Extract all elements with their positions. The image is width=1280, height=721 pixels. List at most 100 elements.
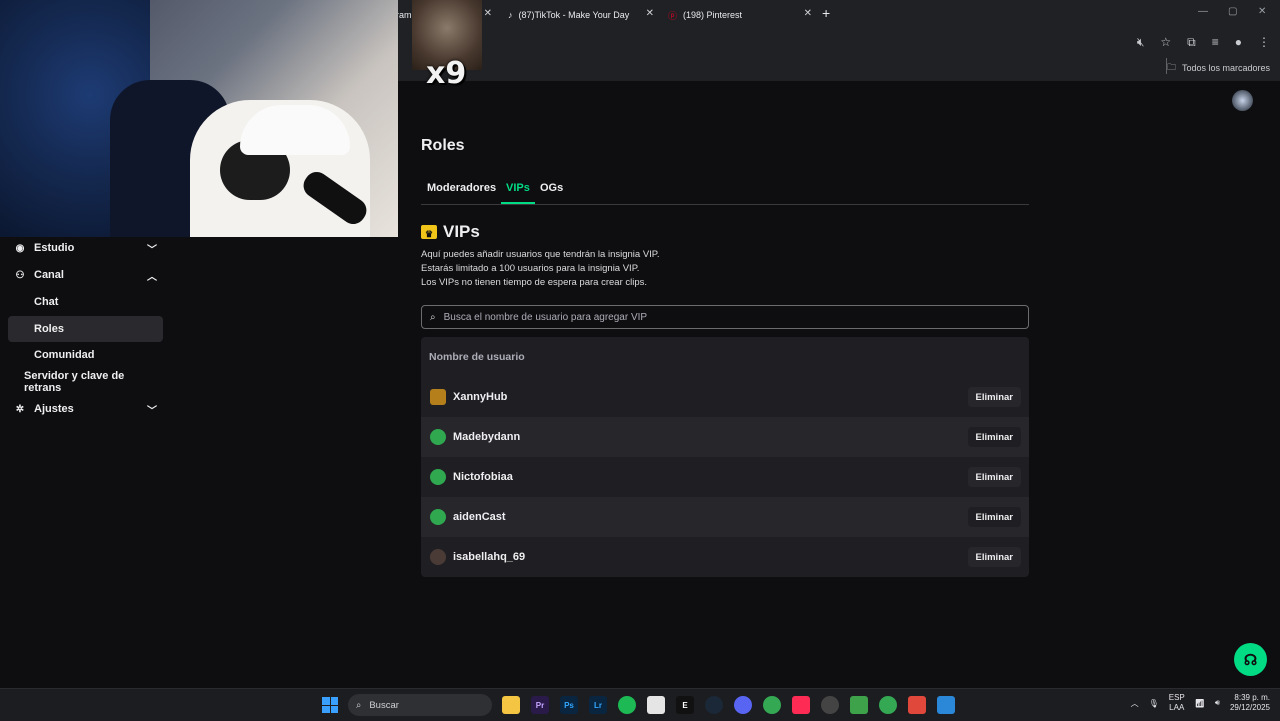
help-chat-button[interactable]: ☊ — [1234, 643, 1267, 676]
profile-avatar-icon[interactable]: ● — [1235, 35, 1242, 50]
sidebar-item-estudio[interactable]: ◉ Estudio ﹀ — [8, 235, 163, 261]
close-icon[interactable]: ✕ — [484, 8, 492, 19]
sidebar-item-label: Estudio — [34, 242, 75, 254]
username[interactable]: isabellahq_69 — [453, 551, 525, 563]
section-title: VIPs — [443, 222, 480, 241]
date: 29/12/2025 — [1229, 703, 1270, 712]
active-tab-indicator — [501, 202, 535, 204]
sidebar-item-chat[interactable]: Chat — [8, 289, 163, 315]
mute-icon[interactable]: 🔇︎ — [1137, 35, 1145, 50]
sidebar-item-comunidad[interactable]: Comunidad — [8, 342, 163, 368]
tab-vips[interactable]: VIPs — [506, 182, 530, 194]
all-bookmarks[interactable]: 🗀︎ Todos los marcadores — [1167, 60, 1270, 76]
clock[interactable]: 8:39 p. m. 29/12/2025 — [1230, 693, 1270, 713]
new-tab-button[interactable]: + — [822, 5, 830, 21]
remove-vip-button[interactable]: Eliminar — [967, 547, 1021, 567]
windows-start-icon[interactable] — [322, 697, 338, 713]
tab-title: (87)TikTok - Make Your Day — [518, 10, 630, 20]
username[interactable]: Madebydann — [453, 431, 520, 443]
sidebar-item-stream-key[interactable]: Servidor y clave de retrans — [8, 369, 163, 395]
chevron-down-icon: ﹀ — [147, 406, 157, 417]
vip-table: Nombre de usuario XannyHub Eliminar Made… — [421, 337, 1029, 577]
sidebar-item-label: Servidor y clave de retrans — [24, 370, 125, 394]
window-close-icon[interactable]: ✕ — [1258, 6, 1266, 17]
table-row: aidenCast Eliminar — [421, 497, 1029, 537]
obs-icon[interactable] — [821, 696, 839, 714]
tab-ogs[interactable]: OGs — [540, 182, 563, 194]
app-icon[interactable] — [937, 696, 955, 714]
taskbar-search[interactable]: ⌕ Buscar — [348, 694, 492, 716]
spotify-icon[interactable] — [618, 696, 636, 714]
username[interactable]: Nictofobiaa — [453, 471, 513, 483]
sidebar-item-label: Ajustes — [34, 403, 74, 415]
app-icon[interactable] — [647, 696, 665, 714]
microphone-icon[interactable]: 🎙︎ — [1149, 699, 1159, 708]
restore-icon[interactable]: ▢ — [1228, 6, 1237, 17]
extensions-icon[interactable]: ⧉ — [1187, 35, 1196, 50]
tab-title: ram — [396, 10, 412, 20]
description-line: Aquí puedes añadir usuarios que tendrán … — [421, 249, 660, 260]
roles-tabs: Moderadores VIPs OGs — [421, 180, 1029, 205]
sidebar-item-label: Chat — [34, 296, 59, 308]
sidebar-item-label: Roles — [34, 323, 64, 335]
menu-icon[interactable]: ⋮ — [1258, 35, 1270, 50]
username[interactable]: aidenCast — [453, 511, 506, 523]
file-explorer-icon[interactable] — [502, 696, 520, 714]
remove-vip-button[interactable]: Eliminar — [967, 507, 1021, 527]
discord-icon[interactable] — [734, 696, 752, 714]
search-icon: ⌕ — [356, 699, 362, 711]
username[interactable]: XannyHub — [453, 391, 507, 403]
description-line: Los VIPs no tienen tiempo de espera para… — [421, 277, 648, 288]
channel-icon: ⚇ — [15, 269, 25, 281]
description-line: Estarás limitado a 100 usuarios para la … — [421, 263, 640, 274]
browser-tab-tiktok[interactable]: ♪ (87)TikTok - Make Your Day ✕ — [500, 4, 658, 26]
chrome-icon[interactable] — [763, 696, 781, 714]
tiktok-icon: ♪ — [508, 10, 513, 20]
sidebar-item-roles[interactable]: Roles — [8, 316, 163, 342]
epic-games-icon[interactable]: E — [676, 696, 694, 714]
bookmark-star-icon[interactable]: ☆ — [1160, 35, 1171, 50]
remove-vip-button[interactable]: Eliminar — [967, 387, 1021, 407]
steam-icon[interactable] — [705, 696, 723, 714]
sidebar-item-label: Canal — [34, 269, 64, 281]
photoshop-icon[interactable]: Ps — [560, 696, 578, 714]
minecraft-icon[interactable] — [850, 696, 868, 714]
avatar — [430, 389, 446, 405]
volume-icon[interactable]: 🔊︎ — [1215, 698, 1220, 708]
vip-search-box[interactable]: ⌕ — [421, 305, 1029, 329]
vip-search-input[interactable] — [441, 310, 1006, 324]
pinterest-icon: ⓟ — [668, 10, 678, 21]
table-row: isabellahq_69 Eliminar — [421, 537, 1029, 577]
avatar — [430, 469, 446, 485]
language-code: ESP — [1168, 693, 1185, 702]
bookmarks-label: Todos los marcadores — [1181, 63, 1270, 73]
settings-icon: ✲ — [15, 403, 25, 415]
page-title: Roles — [421, 137, 465, 154]
studio-icon: ◉ — [15, 242, 25, 254]
browser-tab-pinterest[interactable]: ⓟ (198) Pinterest ✕ — [660, 4, 816, 26]
chevron-up-icon: ︿ — [147, 272, 157, 283]
chrome-profile-icon[interactable] — [879, 696, 897, 714]
lightroom-icon[interactable]: Lr — [589, 696, 607, 714]
tiktok-app-icon[interactable] — [792, 696, 810, 714]
remove-vip-button[interactable]: Eliminar — [967, 467, 1021, 487]
minimize-icon[interactable]: — — [1198, 6, 1208, 17]
media-control-icon[interactable]: ≡ — [1212, 35, 1219, 50]
tab-moderadores[interactable]: Moderadores — [427, 182, 496, 194]
close-icon[interactable]: ✕ — [646, 8, 654, 19]
user-avatar[interactable] — [1232, 90, 1253, 111]
sidebar-item-ajustes[interactable]: ✲ Ajustes ﹀ — [8, 396, 163, 422]
chevron-down-icon: ﹀ — [147, 245, 157, 256]
language-indicator[interactable]: ESP LAA — [1169, 693, 1185, 713]
wifi-icon[interactable]: 📶︎ — [1195, 699, 1205, 708]
table-header: Nombre de usuario — [429, 351, 525, 363]
remove-vip-button[interactable]: Eliminar — [967, 427, 1021, 447]
sidebar-item-canal[interactable]: ⚇ Canal ︿ — [8, 262, 163, 288]
chevron-up-icon[interactable]: ︿ — [1131, 698, 1139, 709]
premiere-icon[interactable]: Pr — [531, 696, 549, 714]
table-row: XannyHub Eliminar — [421, 377, 1029, 417]
app-icon[interactable] — [908, 696, 926, 714]
search-icon: ⌕ — [430, 311, 436, 323]
webcam-overlay — [0, 0, 398, 237]
close-icon[interactable]: ✕ — [804, 8, 812, 19]
